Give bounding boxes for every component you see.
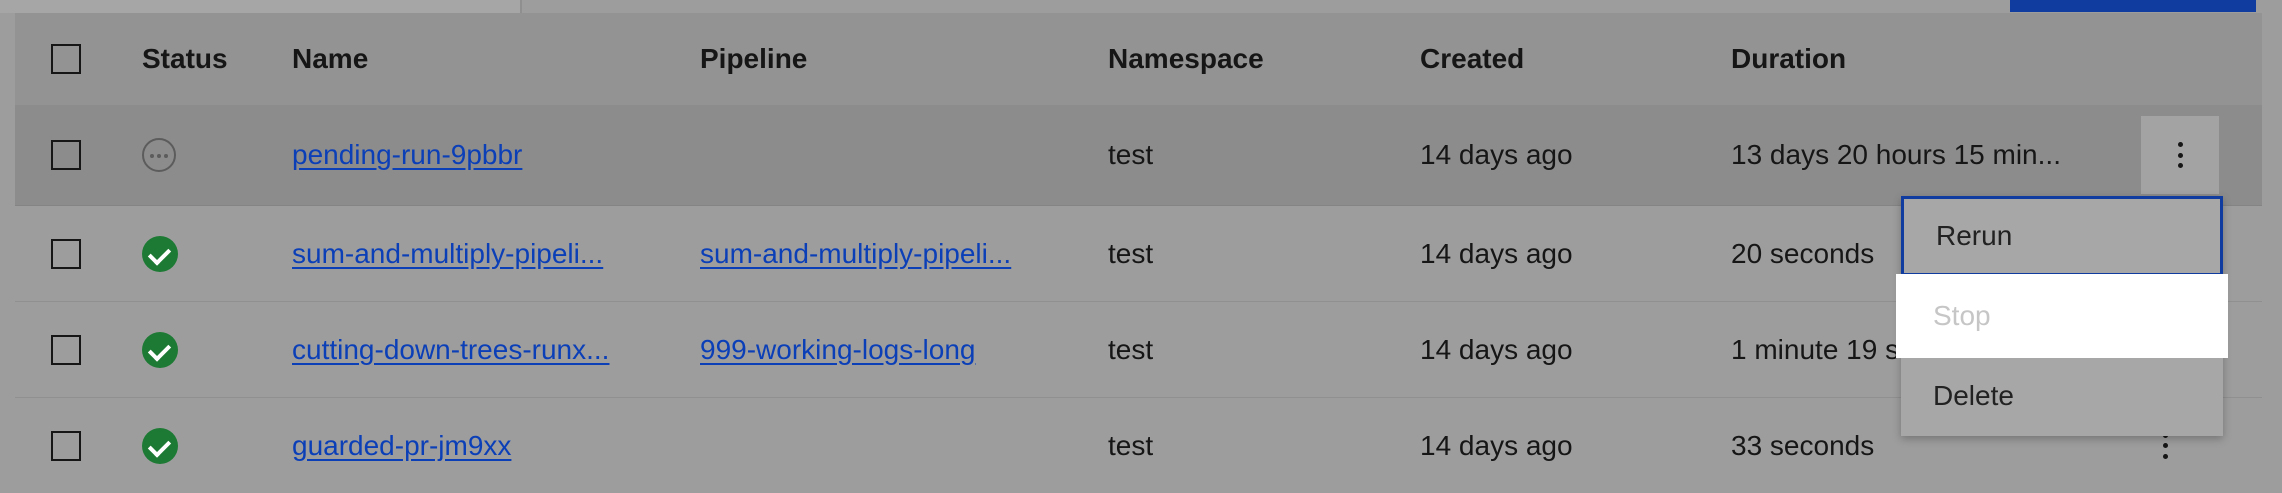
pending-status-icon xyxy=(142,138,176,172)
header-namespace[interactable]: Namespace xyxy=(1108,13,1264,105)
select-all-cell xyxy=(51,13,91,105)
pipeline-link[interactable]: sum-and-multiply-pipeli... xyxy=(700,238,1011,270)
overflow-menu: Rerun Stop Delete xyxy=(1896,196,2228,436)
created-cell: 14 days ago xyxy=(1420,237,1573,269)
namespace-cell: test xyxy=(1108,429,1154,461)
menu-item-delete[interactable]: Delete xyxy=(1901,356,2223,436)
duration-cell: 1 minute 19 s xyxy=(1731,333,1900,365)
row-checkbox[interactable] xyxy=(51,140,81,170)
checkmark-filled-icon xyxy=(142,427,178,464)
duration-cell: 20 seconds xyxy=(1731,237,1875,269)
run-name-link[interactable]: guarded-pr-jm9xx xyxy=(292,430,511,462)
created-cell: 14 days ago xyxy=(1420,139,1573,170)
row-checkbox[interactable] xyxy=(51,238,81,269)
table-row: pending-run-9pbbr test 14 days ago 13 da… xyxy=(15,105,2262,206)
run-name-link[interactable]: cutting-down-trees-runx... xyxy=(292,334,609,366)
header-created[interactable]: Created xyxy=(1420,13,1524,105)
checkmark-filled-icon xyxy=(142,235,178,272)
header-duration[interactable]: Duration xyxy=(1731,13,1846,105)
menu-item-stop: Stop xyxy=(1896,274,2228,358)
checkmark-filled-icon xyxy=(142,331,178,368)
created-cell: 14 days ago xyxy=(1420,429,1573,461)
header-pipeline[interactable]: Pipeline xyxy=(700,13,807,105)
namespace-cell: test xyxy=(1108,237,1154,269)
row-checkbox[interactable] xyxy=(51,430,81,461)
duration-cell: 13 days 20 hours 15 min... xyxy=(1731,139,2061,170)
pipeline-link[interactable]: 999-working-logs-long xyxy=(700,334,975,366)
top-tab-area xyxy=(0,0,522,13)
header-status[interactable]: Status xyxy=(142,13,228,105)
run-name-link[interactable]: pending-run-9pbbr xyxy=(292,139,522,171)
menu-item-rerun[interactable]: Rerun xyxy=(1901,196,2223,276)
namespace-cell: test xyxy=(1108,333,1154,365)
table-header: Status Name Pipeline Namespace Created D… xyxy=(15,13,2262,105)
namespace-cell: test xyxy=(1108,139,1154,170)
overflow-menu-vertical-icon[interactable] xyxy=(2162,432,2168,459)
row-checkbox[interactable] xyxy=(51,334,81,365)
run-name-link[interactable]: sum-and-multiply-pipeli... xyxy=(292,238,603,270)
duration-cell: 33 seconds xyxy=(1731,429,1875,461)
select-all-checkbox[interactable] xyxy=(51,44,81,74)
overflow-menu-vertical-icon xyxy=(2177,142,2183,168)
created-cell: 14 days ago xyxy=(1420,333,1573,365)
primary-action-button[interactable] xyxy=(2010,0,2256,12)
row-overflow-menu-button[interactable] xyxy=(2141,116,2219,194)
header-name[interactable]: Name xyxy=(292,13,368,105)
